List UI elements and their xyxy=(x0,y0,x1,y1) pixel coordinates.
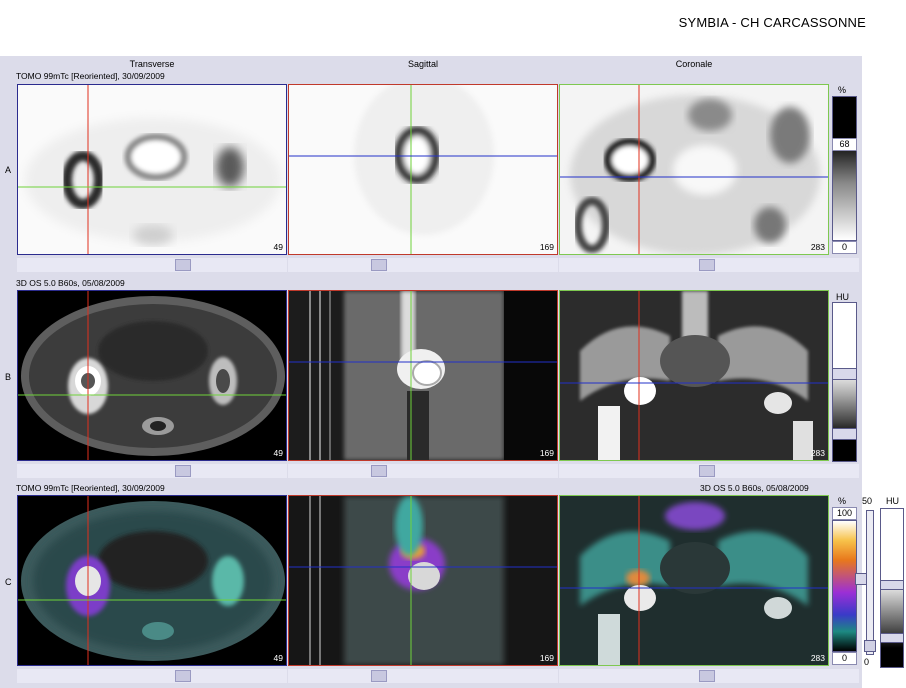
blend-slider-thumb[interactable] xyxy=(864,640,876,652)
colorbar-c-ct-unit: HU xyxy=(886,496,899,506)
viewport-c-transverse[interactable]: 49 xyxy=(17,495,287,666)
fusion-sagittal-image xyxy=(289,496,557,665)
viewport-c-sagittal[interactable]: 169 xyxy=(288,495,558,666)
slice-number: 283 xyxy=(810,653,825,663)
colorbar-a-min[interactable]: 0 xyxy=(832,241,857,254)
viewport-b-transverse[interactable]: 49 xyxy=(17,290,287,461)
slice-scrollbar-a-coronal[interactable] xyxy=(559,258,859,272)
nm-transverse-image xyxy=(18,85,286,254)
colorbar-a-level[interactable]: 68 xyxy=(832,138,857,151)
row-c-ct-series-info: 3D OS 5.0 B60s, 05/08/2009 xyxy=(700,483,809,493)
scroll-thumb[interactable] xyxy=(371,670,387,682)
slice-scrollbar-a-transverse[interactable] xyxy=(17,258,287,272)
colorbar-c-max[interactable]: 100 xyxy=(832,507,857,520)
viewport-a-coronal[interactable]: 283 xyxy=(559,84,829,255)
slice-scrollbar-c-transverse[interactable] xyxy=(17,669,287,683)
colorbar-c-unit: % xyxy=(838,496,847,506)
slice-number: 169 xyxy=(539,653,554,663)
colorbar-b-window-bottom-handle[interactable] xyxy=(832,428,857,440)
row-b-series-info: 3D OS 5.0 B60s, 05/08/2009 xyxy=(16,278,125,288)
fusion-coronal-image xyxy=(560,496,828,665)
slice-number: 283 xyxy=(810,242,825,252)
viewport-a-transverse[interactable]: 49 xyxy=(17,84,287,255)
viewport-c-coronal[interactable]: 283 xyxy=(559,495,829,666)
viewport-b-sagittal[interactable]: 169 xyxy=(288,290,558,461)
app-title: SYMBIA - CH CARCASSONNE xyxy=(678,15,866,30)
scroll-thumb[interactable] xyxy=(175,259,191,271)
row-a-series-info: TOMO 99mTc [Reoriented], 30/09/2009 xyxy=(16,71,165,81)
row-label-b: B xyxy=(5,372,12,382)
colorbar-b-unit: HU xyxy=(836,292,849,302)
slice-scrollbar-b-transverse[interactable] xyxy=(17,464,287,478)
slice-scrollbar-c-sagittal[interactable] xyxy=(288,669,558,683)
ct-transverse-image xyxy=(18,291,286,460)
column-header-sagittal: Sagittal xyxy=(407,59,439,69)
row-c-series-info: TOMO 99mTc [Reoriented], 30/09/2009 xyxy=(16,483,165,493)
colorbar-b-window-top-handle[interactable] xyxy=(832,368,857,380)
colorbar-c-color-scale[interactable] xyxy=(832,520,857,652)
slice-number: 283 xyxy=(810,448,825,458)
scroll-thumb[interactable] xyxy=(371,465,387,477)
ct-coronal-image xyxy=(560,291,828,460)
blend-slider-track[interactable] xyxy=(866,510,874,655)
slice-number: 49 xyxy=(273,653,283,663)
nm-coronal-image xyxy=(560,85,828,254)
title-bar: SYMBIA - CH CARCASSONNE xyxy=(0,0,906,56)
slice-number: 49 xyxy=(273,448,283,458)
scroll-thumb[interactable] xyxy=(699,259,715,271)
slice-number: 169 xyxy=(539,448,554,458)
colorbar-c-ct-bottom-handle[interactable] xyxy=(880,633,904,643)
column-header-coronal: Coronale xyxy=(675,59,713,69)
fusion-transverse-image xyxy=(18,496,286,665)
ct-sagittal-image xyxy=(289,291,557,460)
slice-scrollbar-a-sagittal[interactable] xyxy=(288,258,558,272)
colorbar-c-ct-top-handle[interactable] xyxy=(880,580,904,590)
slice-scrollbar-c-coronal[interactable] xyxy=(559,669,859,683)
colorbar-a-unit: % xyxy=(838,85,847,95)
scroll-thumb[interactable] xyxy=(699,670,715,682)
scroll-thumb[interactable] xyxy=(175,465,191,477)
viewport-a-sagittal[interactable]: 169 xyxy=(288,84,558,255)
blend-value-label: 50 xyxy=(862,496,873,506)
slice-number: 49 xyxy=(273,242,283,252)
scroll-thumb[interactable] xyxy=(175,670,191,682)
row-label-c: C xyxy=(5,577,12,587)
slice-scrollbar-b-coronal[interactable] xyxy=(559,464,859,478)
colorbar-c-min[interactable]: 0 xyxy=(832,652,857,665)
slice-scrollbar-b-sagittal[interactable] xyxy=(288,464,558,478)
column-header-transverse: Transverse xyxy=(129,59,175,69)
colorbar-a-gray-scale[interactable] xyxy=(832,96,857,241)
row-label-a: A xyxy=(5,165,12,175)
scroll-thumb[interactable] xyxy=(371,259,387,271)
nm-sagittal-image xyxy=(289,85,557,254)
scroll-thumb[interactable] xyxy=(699,465,715,477)
blend-min-label: 0 xyxy=(864,657,870,667)
viewport-b-coronal[interactable]: 283 xyxy=(559,290,829,461)
slice-number: 169 xyxy=(539,242,554,252)
